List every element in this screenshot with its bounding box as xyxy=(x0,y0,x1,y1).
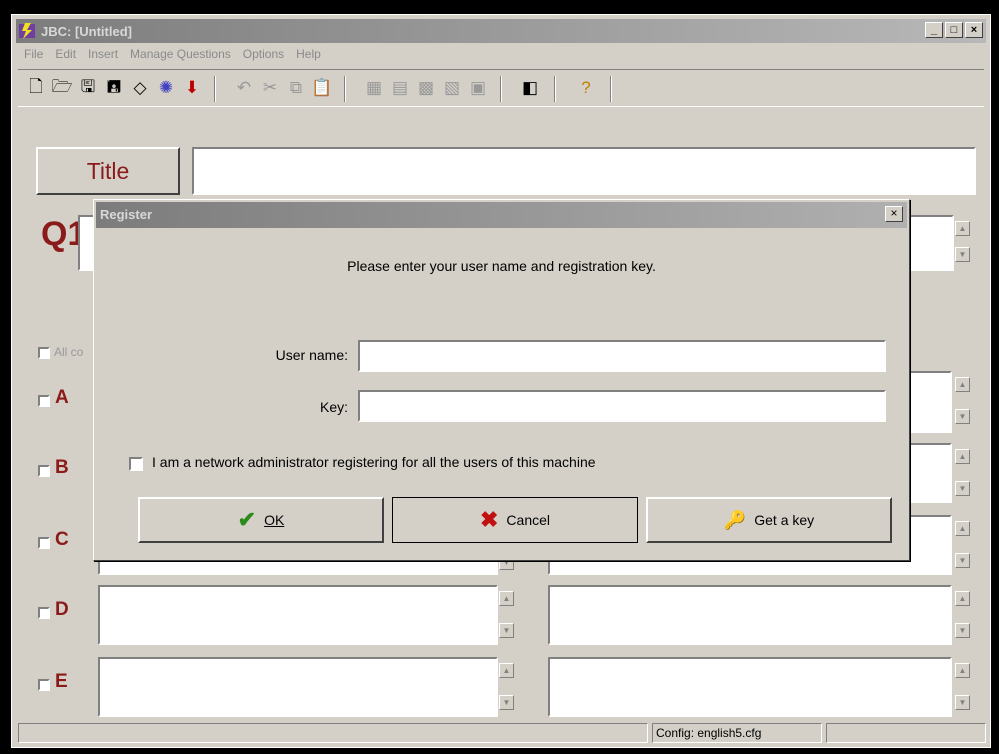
answer-d-checkbox[interactable] xyxy=(38,607,50,619)
title-button[interactable]: Title xyxy=(36,147,180,195)
eraser-icon[interactable]: ◇ xyxy=(128,76,152,100)
down-arrow-icon[interactable]: ⬇ xyxy=(180,76,204,100)
x-icon: ✖ xyxy=(479,507,499,532)
scroll-up-icon[interactable]: ▲ xyxy=(955,521,970,536)
toolbar-separator xyxy=(610,76,612,102)
minimize-button[interactable]: _ xyxy=(925,22,943,38)
save-icon[interactable]: 🖫 xyxy=(76,76,100,100)
cut-icon[interactable]: ✂ xyxy=(258,76,282,100)
tool-b-icon[interactable]: ▤ xyxy=(388,76,412,100)
scroll-down-icon[interactable]: ▼ xyxy=(499,623,514,638)
toolbar-separator xyxy=(214,76,216,102)
ok-label: OK xyxy=(264,512,285,528)
menu-file[interactable]: File xyxy=(18,45,49,65)
scroll-down-icon[interactable]: ▼ xyxy=(955,247,970,262)
key-icon: 🔑 xyxy=(723,509,747,530)
tool-c-icon[interactable]: ▩ xyxy=(414,76,438,100)
cancel-label: Cancel xyxy=(506,512,551,528)
answer-b-checkbox[interactable] xyxy=(38,465,50,477)
answer-e-label: E xyxy=(55,671,68,692)
register-dialog: Register × Please enter your user name a… xyxy=(93,199,910,561)
menu-insert[interactable]: Insert xyxy=(82,45,124,65)
scroll-down-icon[interactable]: ▼ xyxy=(955,623,970,638)
web-icon[interactable]: ✺ xyxy=(154,76,178,100)
scroll-down-icon[interactable]: ▼ xyxy=(955,409,970,424)
config-status: Config: english5.cfg xyxy=(652,723,822,743)
menu-options[interactable]: Options xyxy=(237,45,290,65)
status-cell-main xyxy=(18,723,648,743)
menu-help[interactable]: Help xyxy=(290,45,327,65)
status-bar: Config: english5.cfg xyxy=(18,723,986,743)
dialog-close-button[interactable]: × xyxy=(885,206,903,222)
tool-d-icon[interactable]: ▧ xyxy=(440,76,464,100)
answer-c-label: C xyxy=(55,529,69,550)
open-icon[interactable]: 🗁 xyxy=(50,76,74,100)
export-icon[interactable]: ◧ xyxy=(518,76,542,100)
toolbar-separator xyxy=(554,76,556,102)
toolbar-separator xyxy=(344,76,346,102)
answer-b-label: B xyxy=(55,457,69,478)
all-correct-label: All co xyxy=(54,345,84,359)
save-as-icon[interactable]: 🖪 xyxy=(102,76,126,100)
window-title: JBC: [Untitled] xyxy=(41,23,132,39)
answer-d-field[interactable] xyxy=(98,585,498,645)
scroll-down-icon[interactable]: ▼ xyxy=(955,481,970,496)
tool-e-icon[interactable]: ▣ xyxy=(466,76,490,100)
scroll-down-icon[interactable]: ▼ xyxy=(955,695,970,710)
scroll-up-icon[interactable]: ▲ xyxy=(955,663,970,678)
ok-button[interactable]: ✔ OK xyxy=(138,497,384,543)
maximize-button[interactable]: □ xyxy=(945,22,963,38)
menu-edit[interactable]: Edit xyxy=(49,45,82,65)
scroll-up-icon[interactable]: ▲ xyxy=(499,591,514,606)
app-icon xyxy=(19,22,37,40)
answer-e-checkbox[interactable] xyxy=(38,679,50,691)
answer-a-label: A xyxy=(55,387,69,408)
tool-a-icon[interactable]: ▦ xyxy=(362,76,386,100)
key-input[interactable] xyxy=(358,390,886,422)
title-field[interactable] xyxy=(192,147,976,195)
menu-manage-questions[interactable]: Manage Questions xyxy=(124,45,237,65)
toolbar-separator xyxy=(500,76,502,102)
dialog-title: Register xyxy=(96,202,907,228)
answer-a-checkbox[interactable] xyxy=(38,395,50,407)
menu-bar: File Edit Insert Manage Questions Option… xyxy=(18,45,327,65)
answer-e-field[interactable] xyxy=(98,657,498,717)
get-key-button[interactable]: 🔑 Get a key xyxy=(646,497,892,543)
copy-icon[interactable]: ⧉ xyxy=(284,76,308,100)
scroll-up-icon[interactable]: ▲ xyxy=(499,663,514,678)
paste-icon[interactable]: 📋 xyxy=(310,76,334,100)
help-icon[interactable]: ? xyxy=(574,76,598,100)
network-admin-checkbox[interactable] xyxy=(129,457,143,471)
toolbar: 🗋 🗁 🖫 🖪 ◇ ✺ ⬇ ↶ ✂ ⧉ 📋 ▦ ▤ ▩ ▧ ▣ ◧ ? xyxy=(18,69,984,107)
dialog-prompt: Please enter your user name and registra… xyxy=(347,258,656,274)
network-admin-label: I am a network administrator registering… xyxy=(152,454,596,470)
scroll-up-icon[interactable]: ▲ xyxy=(955,591,970,606)
all-correct-checkbox[interactable] xyxy=(38,347,50,359)
scroll-up-icon[interactable]: ▲ xyxy=(955,221,970,236)
answer-d-feedback[interactable] xyxy=(548,585,952,645)
answer-d-label: D xyxy=(55,599,69,620)
checkmark-icon: ✔ xyxy=(237,507,257,532)
status-cell-extra xyxy=(826,723,986,743)
answer-e-feedback[interactable] xyxy=(548,657,952,717)
get-key-label: Get a key xyxy=(754,512,815,528)
close-button[interactable]: × xyxy=(965,22,983,38)
scroll-up-icon[interactable]: ▲ xyxy=(955,449,970,464)
scroll-down-icon[interactable]: ▼ xyxy=(955,553,970,568)
user-name-input[interactable] xyxy=(358,340,886,372)
scroll-up-icon[interactable]: ▲ xyxy=(955,377,970,392)
key-label: Key: xyxy=(319,399,348,415)
undo-icon[interactable]: ↶ xyxy=(232,76,256,100)
user-name-label: User name: xyxy=(275,347,348,363)
title-bar: JBC: [Untitled] _ □ × xyxy=(16,19,986,43)
cancel-button[interactable]: ✖ Cancel xyxy=(392,497,638,543)
new-icon[interactable]: 🗋 xyxy=(24,76,48,100)
answer-c-checkbox[interactable] xyxy=(38,537,50,549)
scroll-down-icon[interactable]: ▼ xyxy=(499,695,514,710)
